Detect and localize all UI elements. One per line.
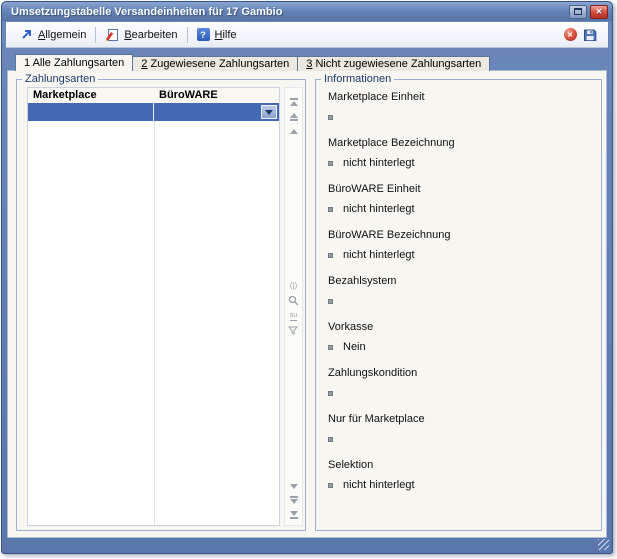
bullet-icon bbox=[328, 253, 333, 258]
columns-button[interactable]: (|) bbox=[285, 281, 302, 290]
zahlungsarten-group-label: Zahlungsarten bbox=[22, 72, 98, 86]
edit-document-icon bbox=[105, 28, 119, 42]
bearbeiten-label: Bearbeiten bbox=[124, 29, 177, 41]
allgemein-button[interactable]: Allgemein bbox=[14, 26, 92, 43]
tab-zugewiesene-zahlungsarten[interactable]: 2 Zugewiesene Zahlungsarten bbox=[132, 56, 298, 71]
bullet-icon bbox=[328, 437, 333, 442]
info-item-marketplace-einheit: Marketplace Einheit bbox=[328, 90, 593, 123]
arrow-up-right-icon bbox=[20, 28, 33, 41]
maximize-button[interactable] bbox=[569, 5, 587, 19]
tab-alle-zahlungsarten[interactable]: 1 Alle Zahlungsarten bbox=[15, 54, 133, 71]
page-up-button[interactable] bbox=[285, 113, 302, 121]
buroware-dropdown-button[interactable] bbox=[261, 105, 277, 119]
informationen-groupbox: Informationen Marketplace Einheit Market… bbox=[315, 79, 602, 531]
bullet-icon bbox=[328, 299, 333, 304]
informationen-group-label: Informationen bbox=[321, 72, 394, 86]
bullet-icon bbox=[328, 207, 333, 212]
cancel-button[interactable]: ✕ bbox=[560, 26, 580, 44]
toolbar-separator bbox=[187, 27, 188, 43]
table-row-selected[interactable] bbox=[28, 103, 279, 121]
resize-grip[interactable] bbox=[598, 539, 609, 550]
info-item-bezahlsystem: Bezahlsystem bbox=[328, 274, 593, 307]
filter-button[interactable] bbox=[285, 326, 302, 336]
filter-icon bbox=[288, 326, 299, 336]
info-item-zahlungskondition: Zahlungskondition bbox=[328, 366, 593, 399]
column-header-buroware[interactable]: BüroWARE bbox=[154, 88, 279, 103]
window-title: Umsetzungstabelle Versandeinheiten für 1… bbox=[11, 6, 282, 18]
scroll-to-bottom-button[interactable] bbox=[285, 511, 302, 519]
tab-nicht-zugewiesene-zahlungsarten[interactable]: 3 Nicht zugewiesene Zahlungsarten bbox=[297, 56, 490, 71]
info-item-nur-fuer-marketplace: Nur für Marketplace bbox=[328, 412, 593, 445]
info-item-vorkasse: Vorkasse Nein bbox=[328, 320, 593, 353]
column-header-marketplace[interactable]: Marketplace bbox=[28, 88, 154, 103]
sum-button[interactable]: su bbox=[285, 312, 302, 321]
search-icon bbox=[288, 295, 299, 306]
move-up-button[interactable] bbox=[285, 129, 302, 134]
dialog-window: Umsetzungstabelle Versandeinheiten für 1… bbox=[1, 1, 613, 554]
column-divider bbox=[154, 103, 155, 525]
help-icon: ? bbox=[197, 28, 210, 41]
table-toolstrip: (|) su bbox=[284, 87, 303, 526]
tab-bar: 1 Alle Zahlungsarten 2 Zugewiesene Zahlu… bbox=[15, 54, 489, 71]
info-list: Marketplace Einheit Marketplace Bezeichn… bbox=[328, 90, 593, 504]
toolbar: Allgemein Bearbeiten ? Hilfe ✕ bbox=[6, 22, 608, 48]
bullet-icon bbox=[328, 483, 333, 488]
chevron-down-icon bbox=[265, 110, 273, 115]
bullet-icon bbox=[328, 115, 333, 120]
cancel-icon: ✕ bbox=[564, 28, 577, 41]
info-item-buroware-bezeichnung: BüroWARE Bezeichnung nicht hinterlegt bbox=[328, 228, 593, 261]
info-item-selektion: Selektion nicht hinterlegt bbox=[328, 458, 593, 491]
table-header: Marketplace BüroWARE bbox=[28, 88, 279, 103]
hilfe-label: Hilfe bbox=[215, 29, 237, 41]
close-icon: ✕ bbox=[596, 8, 603, 16]
search-button[interactable] bbox=[285, 295, 302, 306]
bearbeiten-button[interactable]: Bearbeiten bbox=[99, 26, 183, 44]
titlebar[interactable]: Umsetzungstabelle Versandeinheiten für 1… bbox=[2, 2, 612, 21]
maximize-icon bbox=[574, 8, 582, 15]
save-disk-icon bbox=[583, 28, 597, 42]
bullet-icon bbox=[328, 345, 333, 350]
zahlungsarten-groupbox: Zahlungsarten Marketplace BüroWARE bbox=[16, 79, 306, 531]
info-item-buroware-einheit: BüroWARE Einheit nicht hinterlegt bbox=[328, 182, 593, 215]
page-down-button[interactable] bbox=[285, 496, 302, 504]
info-item-marketplace-bezeichnung: Marketplace Bezeichnung nicht hinterlegt bbox=[328, 136, 593, 169]
cell-marketplace[interactable] bbox=[28, 103, 154, 121]
save-button[interactable] bbox=[580, 26, 600, 44]
move-down-button[interactable] bbox=[285, 484, 302, 489]
scroll-to-top-button[interactable] bbox=[285, 98, 302, 106]
toolbar-separator bbox=[95, 27, 96, 43]
cell-buroware[interactable] bbox=[154, 103, 279, 121]
close-button[interactable]: ✕ bbox=[590, 5, 608, 19]
content-panel: Zahlungsarten Marketplace BüroWARE bbox=[7, 70, 607, 538]
zahlungsarten-table: Marketplace BüroWARE bbox=[27, 87, 280, 526]
bullet-icon bbox=[328, 161, 333, 166]
hilfe-button[interactable]: ? Hilfe bbox=[191, 26, 243, 43]
allgemein-label: Allgemein bbox=[38, 29, 86, 41]
bullet-icon bbox=[328, 391, 333, 396]
